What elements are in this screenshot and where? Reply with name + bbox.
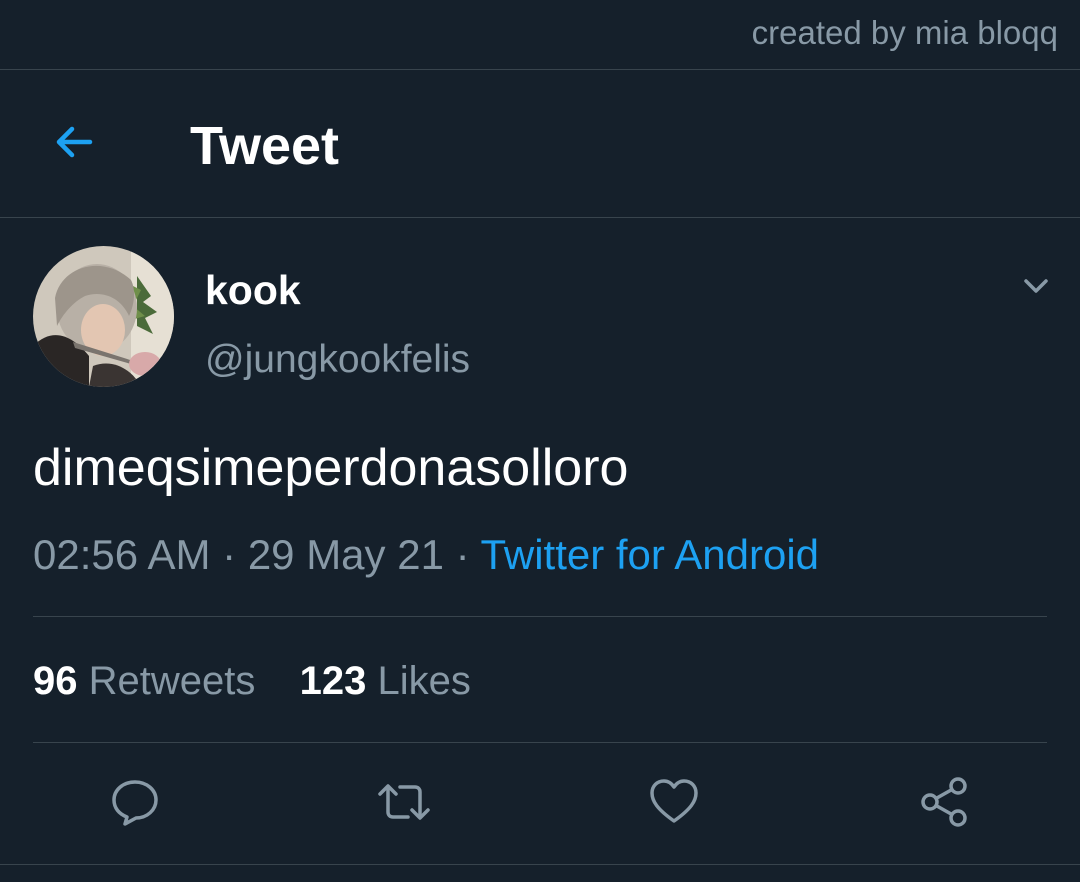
share-button[interactable]: [913, 770, 977, 834]
retweet-icon: [378, 784, 430, 820]
display-name[interactable]: kook: [205, 266, 301, 314]
top-divider: [0, 69, 1080, 70]
retweets-label: Retweets: [88, 659, 256, 703]
meta-divider: [33, 616, 1047, 617]
tweet-action-bar: [0, 770, 1080, 834]
tweet-text: dimeqsimeperdonasolloro: [33, 439, 629, 497]
back-button[interactable]: [44, 112, 104, 172]
tweet-source-link[interactable]: Twitter for Android: [481, 531, 819, 578]
tweet-detail-screen: created by mia bloqq Tweet kook @jungkoo…: [0, 0, 1080, 882]
likes-label: Likes: [377, 659, 471, 703]
like-button[interactable]: [642, 770, 706, 834]
tweet-meta: 02:56 AM · 29 May 21 · Twitter for Andro…: [33, 528, 819, 582]
tweet-date: 29 May 21: [247, 531, 444, 578]
chevron-down-icon: [1024, 279, 1048, 293]
reply-button[interactable]: [103, 770, 167, 834]
likes-stat[interactable]: 123 Likes: [300, 654, 471, 708]
tweet-time: 02:56 AM: [33, 531, 211, 578]
bottom-divider: [0, 864, 1080, 865]
stats-divider: [33, 742, 1047, 743]
user-handle[interactable]: @jungkookfelis: [205, 336, 470, 384]
watermark-text: created by mia bloqq: [751, 14, 1058, 51]
arrow-left-icon: [56, 126, 93, 158]
page-title: Tweet: [190, 116, 340, 176]
tweet-stats: 96 Retweets 123 Likes: [33, 654, 471, 708]
tweet-options-button[interactable]: [1012, 262, 1060, 310]
retweets-count: 96: [33, 659, 78, 703]
avatar[interactable]: [33, 246, 174, 387]
header-divider: [0, 217, 1080, 218]
meta-separator: ·: [455, 531, 470, 578]
share-icon: [921, 777, 967, 827]
retweets-stat[interactable]: 96 Retweets: [33, 654, 255, 708]
retweet-button[interactable]: [372, 770, 436, 834]
meta-separator: ·: [222, 531, 237, 578]
likes-count: 123: [299, 659, 367, 703]
reply-icon: [112, 780, 158, 826]
heart-icon: [650, 779, 698, 823]
